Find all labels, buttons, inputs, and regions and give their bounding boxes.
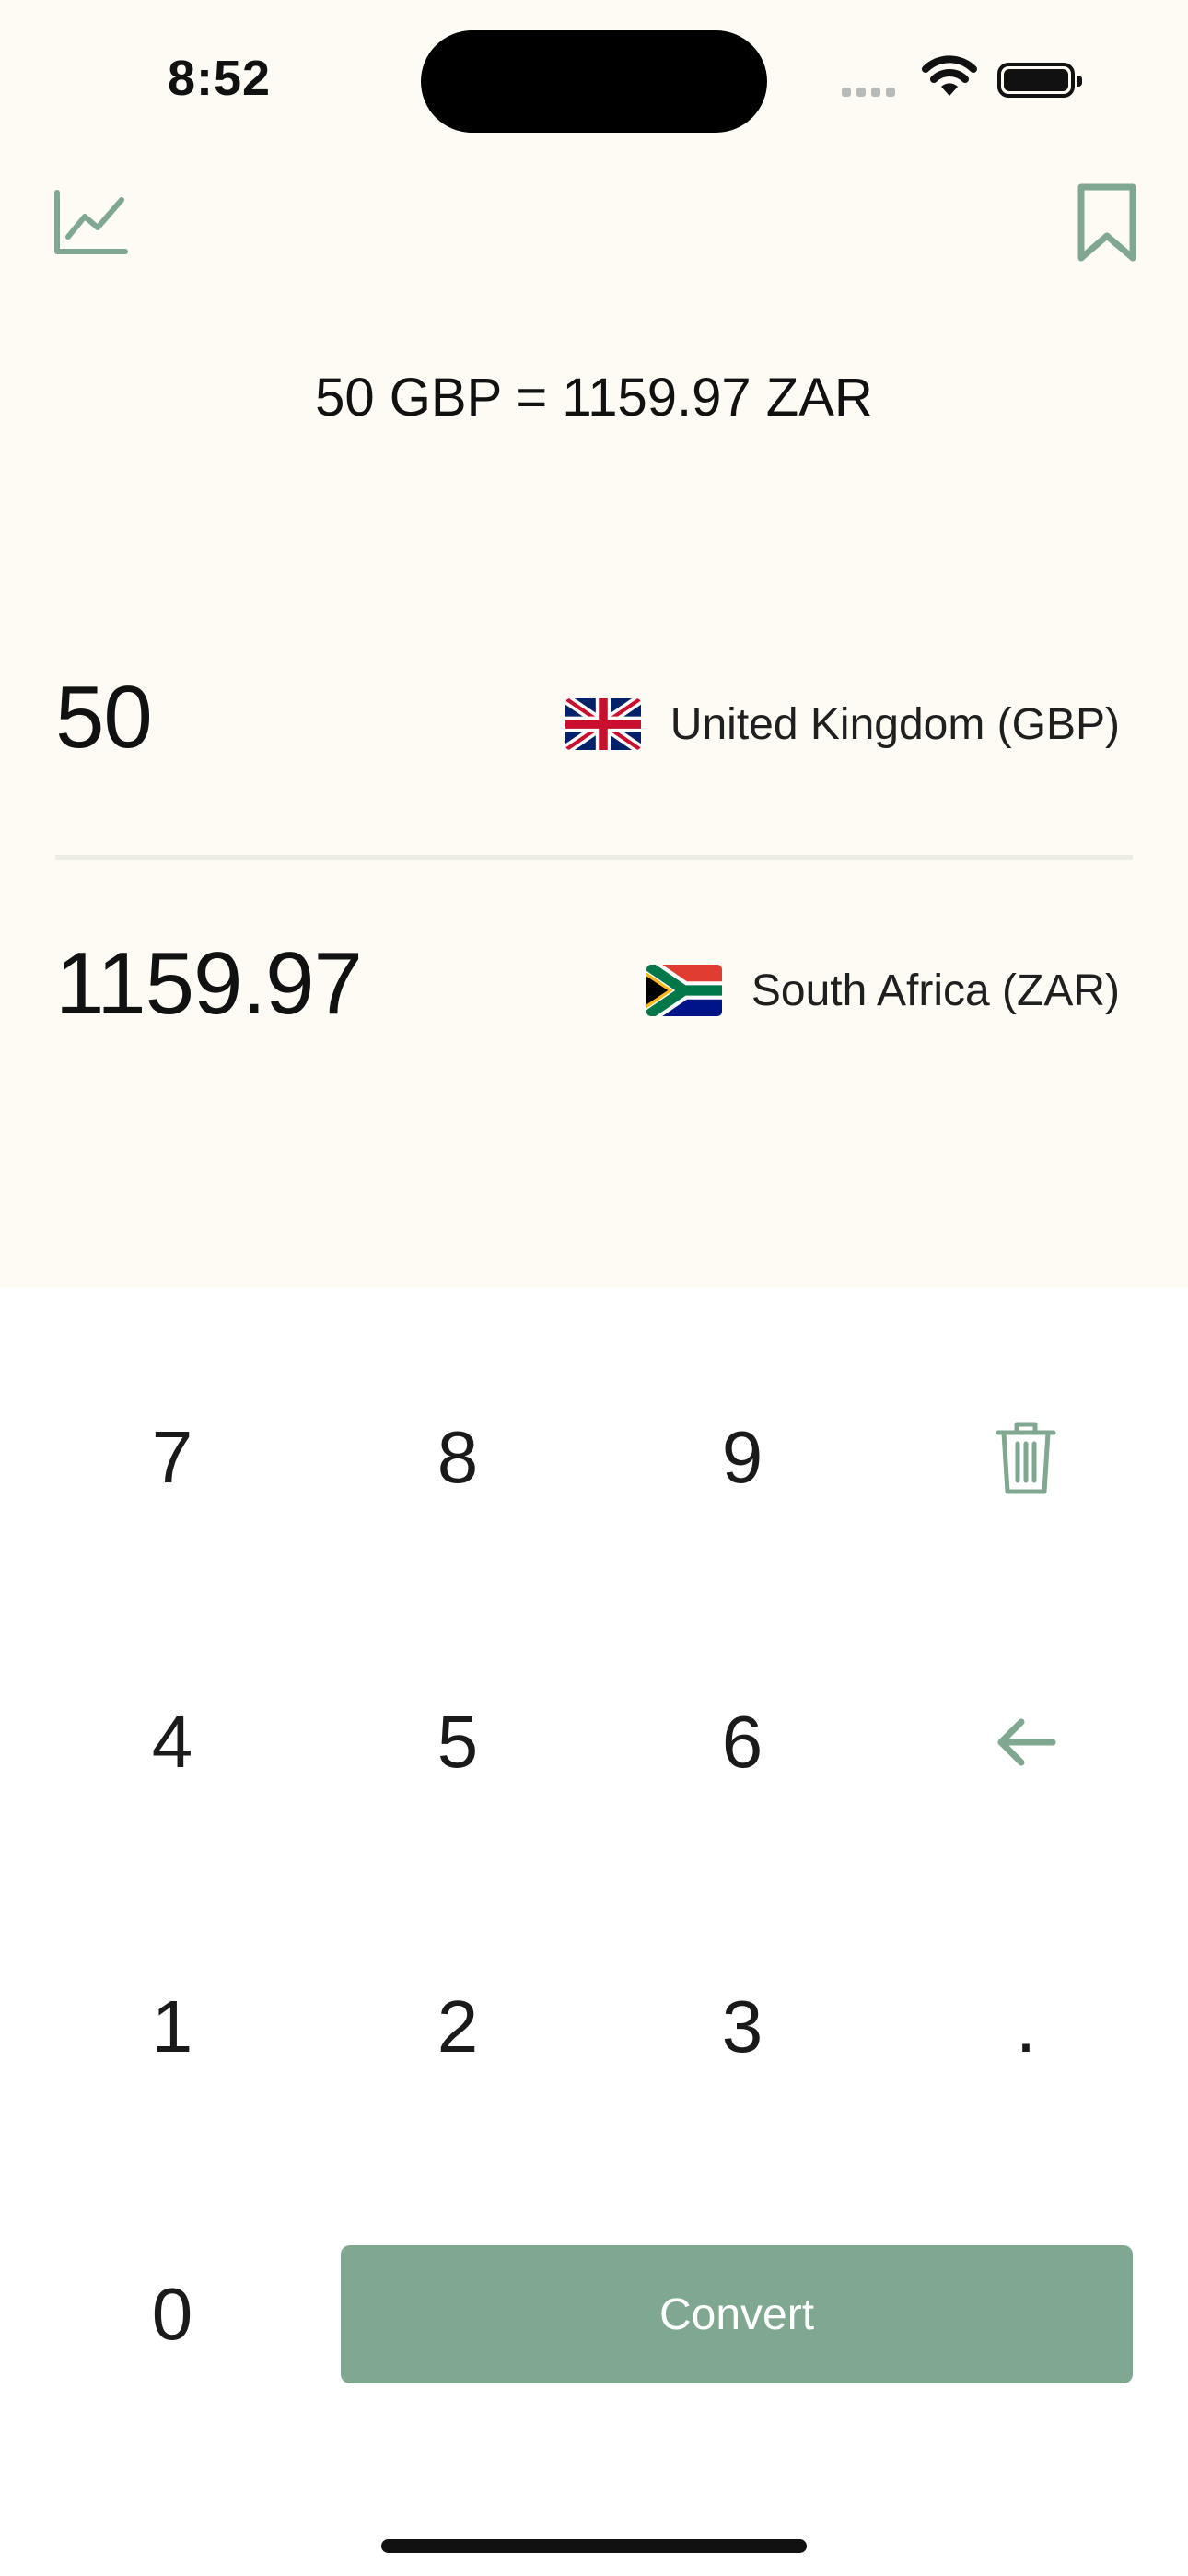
key-4[interactable]: 4: [62, 1650, 283, 1834]
convert-button[interactable]: Convert: [341, 2245, 1133, 2383]
battery-icon: [997, 63, 1082, 98]
arrow-left-icon: [997, 1718, 1056, 1766]
to-amount: 1159.97: [55, 934, 363, 1033]
za-flag-icon: [646, 965, 722, 1016]
cellular-signal-icon: [842, 85, 901, 101]
bookmark-icon[interactable]: [1076, 182, 1138, 263]
trash-icon: [996, 1422, 1056, 1494]
line-chart-icon[interactable]: [53, 189, 129, 255]
key-3[interactable]: 3: [632, 1935, 853, 2119]
key-7[interactable]: 7: [62, 1365, 283, 1550]
key-2[interactable]: 2: [347, 1935, 568, 2119]
key-0[interactable]: 0: [62, 2222, 283, 2406]
to-currency-row: 1159.97 South Africa (ZAR): [55, 922, 1133, 1060]
wifi-icon: [922, 55, 977, 96]
from-currency-label: United Kingdom (GBP): [670, 699, 1120, 749]
key-9[interactable]: 9: [632, 1365, 853, 1550]
clear-button[interactable]: [915, 1365, 1136, 1550]
from-currency-row: 50 United Kingdom (GBP): [55, 656, 1133, 794]
key-5[interactable]: 5: [347, 1650, 568, 1834]
conversion-rate-text: 50 GBP = 1159.97 ZAR: [315, 368, 873, 427]
to-currency-selector[interactable]: South Africa (ZAR): [646, 965, 1120, 1016]
key-6[interactable]: 6: [632, 1650, 853, 1834]
key-decimal[interactable]: .: [915, 1935, 1136, 2119]
status-time: 8:52: [168, 51, 272, 106]
key-8[interactable]: 8: [347, 1365, 568, 1550]
converter-panel: 8:52 50 GBP = 1159.97 ZAR 50 United King…: [0, 0, 1188, 1288]
home-indicator: [381, 2539, 807, 2553]
from-amount[interactable]: 50: [55, 667, 153, 768]
backspace-button[interactable]: [915, 1650, 1136, 1834]
uk-flag-icon: [565, 698, 641, 750]
key-1[interactable]: 1: [62, 1935, 283, 2119]
dynamic-island: [421, 30, 767, 133]
to-currency-label: South Africa (ZAR): [751, 966, 1120, 1015]
from-currency-selector[interactable]: United Kingdom (GBP): [565, 698, 1120, 750]
divider: [55, 855, 1133, 860]
